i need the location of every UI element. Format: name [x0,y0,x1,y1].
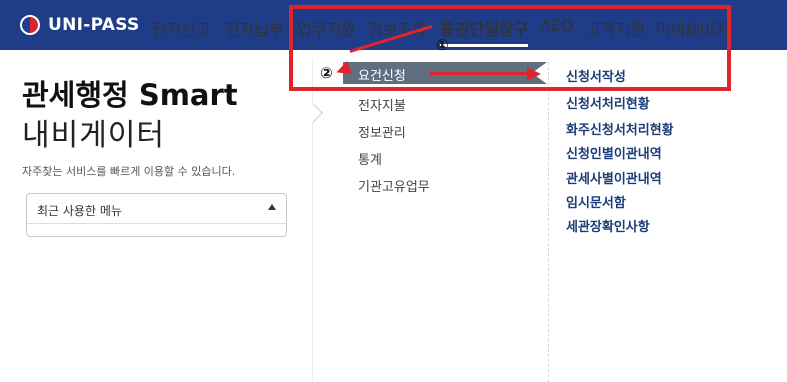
nav-item-electronic-payment[interactable]: 전자납부 [225,16,284,40]
menu3-item-shipper-application-status[interactable]: 화주신청서처리현황 [566,119,674,138]
menu3-item-transfer-by-broker[interactable]: 관세사별이관내역 [566,168,662,187]
menu2-item-statistics[interactable]: 통계 [358,149,382,168]
recent-menu-header[interactable]: 최근 사용한 메뉴 [27,194,286,224]
menu2-item-agency-tasks[interactable]: 기관고유업무 [358,176,430,195]
annotation-arrowhead-right [527,67,541,81]
menu3-item-customs-confirmation[interactable]: 세관장확인사항 [566,216,650,235]
page-title-line1: 관세행정 Smart [22,78,238,112]
menu2-item-electronic-payment[interactable]: 전자지불 [358,95,406,114]
recent-menu-label: 최근 사용한 메뉴 [37,204,122,218]
annotation-arrow-right [430,72,530,75]
annotation-marker-1: ① [436,36,449,54]
menu3-item-transfer-by-applicant[interactable]: 신청인별이관내역 [566,143,662,162]
menu3-item-application-status[interactable]: 신청서처리현황 [566,93,650,112]
taegeuk-logo-icon [20,15,40,35]
chevron-up-icon[interactable] [268,204,276,210]
chevron-right-icon [303,103,323,123]
annotation-marker-2: ② [320,64,333,82]
page-title-line2: 내비게이터 [22,118,165,153]
menu2-item-info-management[interactable]: 정보관리 [358,122,406,141]
page-subtitle: 자주찾는 서비스를 빠르게 이용할 수 있습니다. [22,165,236,178]
brand-name: UNI-PASS [48,15,140,35]
menu3-item-temporary-documents[interactable]: 임시문서함 [566,192,626,211]
nav-item-electronic-declaration[interactable]: 전자신고 [152,16,211,40]
uni-pass-logo[interactable]: UNI-PASS [20,13,140,37]
column-divider-dashed [548,62,549,382]
recent-menu-panel: 최근 사용한 메뉴 [26,193,287,237]
